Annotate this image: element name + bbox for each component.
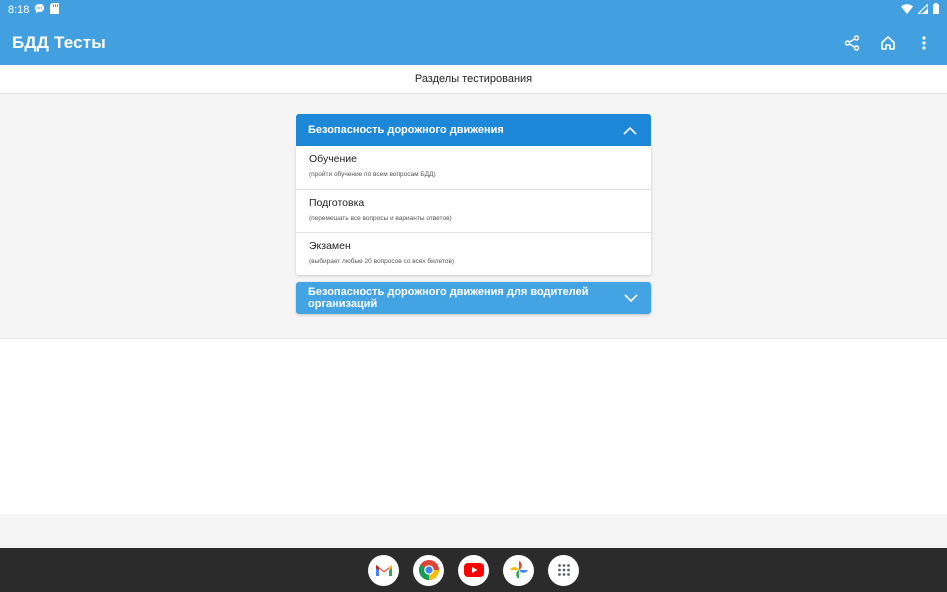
bottom-strip (0, 514, 947, 548)
status-bar: 8:18 (0, 0, 947, 20)
battery-icon (933, 3, 939, 17)
photos-icon[interactable] (503, 554, 534, 586)
page-subheader: Разделы тестирования (0, 65, 947, 94)
youtube-icon[interactable] (458, 554, 489, 586)
app-screen: 8:18 БДД Тесты Разделы тестирования Безо… (0, 0, 947, 592)
section-road-safety-org-drivers: Безопасность дорожного движения для води… (296, 282, 651, 314)
section-items: Обучение (пройти обучение по всем вопрос… (296, 146, 651, 275)
section-title: Безопасность дорожного движения (308, 124, 504, 136)
chevron-up-icon (621, 121, 639, 139)
list-item-preparation[interactable]: Подготовка (перемешать все вопросы и вар… (296, 189, 651, 232)
chat-bubble-icon (34, 3, 45, 17)
list-item-training[interactable]: Обучение (пройти обучение по всем вопрос… (296, 146, 651, 189)
item-name: Подготовка (309, 197, 365, 209)
section-road-safety: Безопасность дорожного движения Обучение… (296, 114, 651, 275)
taskbar-dock (0, 548, 947, 592)
item-description: (перемешать все вопросы и варианты ответ… (309, 215, 452, 222)
empty-area (0, 339, 947, 514)
share-icon[interactable] (841, 32, 863, 54)
item-name: Экзамен (309, 240, 351, 252)
gmail-icon[interactable] (368, 554, 399, 586)
section-header-org-drivers[interactable]: Безопасность дорожного движения для води… (296, 282, 651, 314)
signal-icon (916, 2, 929, 17)
section-header-road-safety[interactable]: Безопасность дорожного движения (296, 114, 651, 146)
subheader-title: Разделы тестирования (414, 73, 533, 85)
item-description: (пройти обучение по всем вопросам БДД) (309, 171, 436, 178)
list-item-exam[interactable]: Экзамен (выбирает любые 20 вопросов со в… (296, 232, 651, 275)
sd-card-icon (50, 3, 60, 17)
app-drawer-icon[interactable] (548, 554, 579, 586)
wifi-icon (901, 3, 913, 17)
sections-container: Безопасность дорожного движения Обучение… (0, 94, 947, 339)
item-description: (выбирает любые 20 вопросов со всех биле… (309, 258, 455, 265)
chevron-down-icon (623, 289, 639, 307)
chrome-icon[interactable] (413, 554, 444, 586)
app-bar: БДД Тесты (0, 20, 947, 65)
more-vert-icon[interactable] (913, 32, 935, 54)
section-title: Безопасность дорожного движения для води… (308, 286, 589, 310)
status-time: 8:18 (8, 4, 30, 16)
item-name: Обучение (309, 153, 358, 165)
home-icon[interactable] (877, 32, 899, 54)
app-title: БДД Тесты (12, 32, 107, 52)
